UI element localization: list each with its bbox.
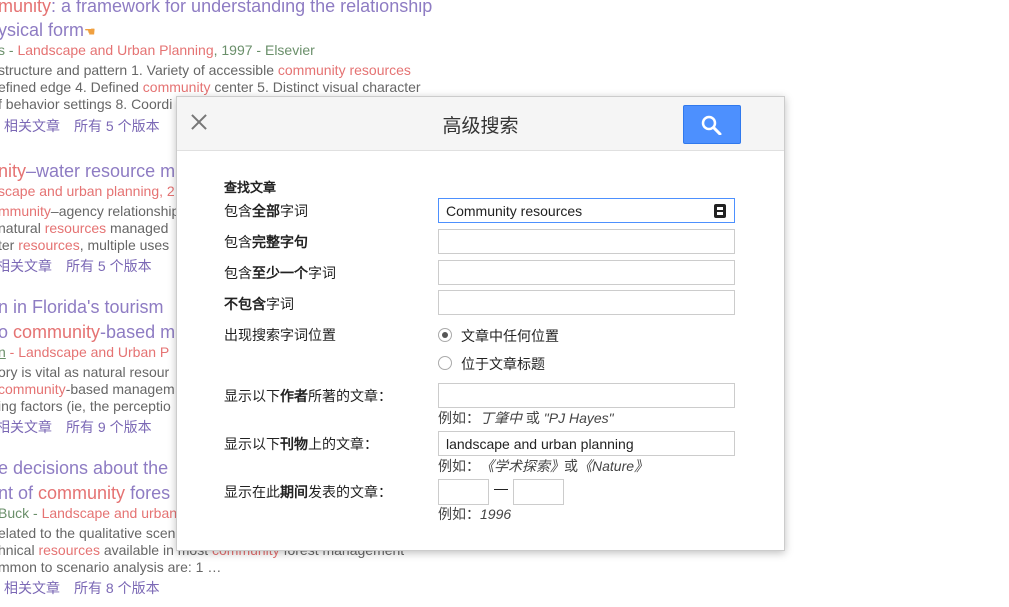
search-icon [701, 115, 722, 135]
result-meta: scape and urban planning, 2 [0, 183, 175, 199]
all-versions-link[interactable]: 所有 8 个版本 [74, 580, 160, 596]
without-words-label: 不包含字词 [224, 296, 294, 312]
publication-hint: 例如：《学术探索》或《Nature》 [438, 458, 649, 474]
publication-label: 显示以下刊物上的文章： [224, 436, 378, 452]
radio-title-label[interactable]: 位于文章标题 [461, 354, 545, 374]
advanced-search-dialog: 高级搜索 查找文章 包含全部字词 包含完整字句 包含至少一个字词 不包含字词 出… [176, 96, 785, 551]
dialog-header: 高级搜索 [177, 97, 784, 151]
all-versions-link[interactable]: 所有 5 个版本 [74, 118, 160, 134]
hand-icon: ☚ [84, 24, 96, 39]
result-snippet: community-based managem [0, 381, 175, 397]
publication-input[interactable] [438, 431, 735, 456]
result-snippet: natural resources managed [0, 220, 169, 236]
result-title[interactable]: munity: a framework for understanding th… [0, 0, 432, 17]
result-links: 相关文章 所有 9 个版本 [0, 417, 166, 437]
date-range-dash [494, 489, 508, 490]
radio-anywhere-label[interactable]: 文章中任何位置 [461, 326, 559, 346]
result-snippet: structure and pattern 1. Variety of acce… [0, 62, 411, 78]
at-least-one-input[interactable] [438, 260, 735, 285]
result-snippet: ter resources, multiple uses [0, 237, 170, 253]
date-label: 显示在此期间发表的文章： [224, 484, 392, 500]
exact-phrase-input[interactable] [438, 229, 735, 254]
result-snippet: f behavior settings 8. Coordi [0, 96, 173, 112]
result-title[interactable]: nity–water resource m [0, 161, 175, 182]
related-articles-link[interactable]: 相关文章 [4, 118, 60, 134]
author-label: 显示以下作者所著的文章： [224, 388, 392, 404]
result-links: 相关文章 所有 5 个版本 [4, 116, 174, 136]
all-versions-link[interactable]: 所有 5 个版本 [66, 258, 152, 274]
result-snippet: ory is vital as natural resour [0, 364, 170, 380]
result-snippet: mmunity–agency relationship [0, 203, 180, 219]
result-meta: n - Landscape and Urban P [0, 344, 170, 360]
related-articles-link[interactable]: 相关文章 [4, 580, 60, 596]
result-title[interactable]: n in Florida's tourism [0, 297, 164, 318]
result-meta: s - Landscape and Urban Planning, 1997 -… [0, 42, 315, 58]
result-snippet: ing factors (ie, the perceptio [0, 398, 171, 414]
all-words-input[interactable] [438, 198, 735, 223]
result-title-line2[interactable]: ysical form☚ [0, 20, 96, 41]
radio-title[interactable] [438, 356, 452, 370]
section-heading: 查找文章 [224, 180, 277, 195]
result-meta: Buck - Landscape and urban [0, 505, 178, 521]
year-from-input[interactable] [438, 479, 489, 505]
without-words-input[interactable] [438, 290, 735, 315]
date-hint: 例如：1996 [438, 506, 512, 522]
result-title[interactable]: e decisions about the [0, 458, 168, 479]
result-snippet: elated to the qualitative scen [0, 525, 176, 541]
radio-anywhere[interactable] [438, 328, 452, 342]
at-least-one-label: 包含至少一个字词 [224, 265, 336, 281]
all-words-label: 包含全部字词 [224, 203, 308, 219]
search-button[interactable] [683, 105, 741, 144]
result-links: 相关文章 所有 5 个版本 [0, 256, 166, 276]
result-snippet: mmon to scenario analysis are: 1 … [0, 559, 222, 575]
all-versions-link[interactable]: 所有 9 个版本 [66, 419, 152, 435]
keyboard-icon[interactable] [714, 204, 726, 218]
occurrence-label: 出现搜索字词位置 [224, 327, 336, 343]
related-articles-link[interactable]: 相关文章 [0, 258, 52, 274]
related-articles-link[interactable]: 相关文章 [0, 419, 52, 435]
result-title-line2[interactable]: nt of community fores [0, 483, 170, 504]
result-title-line2[interactable]: o community-based m [0, 322, 175, 343]
year-to-input[interactable] [513, 479, 564, 505]
author-input[interactable] [438, 383, 735, 408]
exact-phrase-label: 包含完整字句 [224, 234, 308, 250]
author-hint: 例如：丁肇中 或 "PJ Hayes" [438, 410, 614, 426]
result-links: 相关文章 所有 8 个版本 [4, 578, 174, 598]
result-snippet: efined edge 4. Defined community center … [0, 79, 421, 95]
